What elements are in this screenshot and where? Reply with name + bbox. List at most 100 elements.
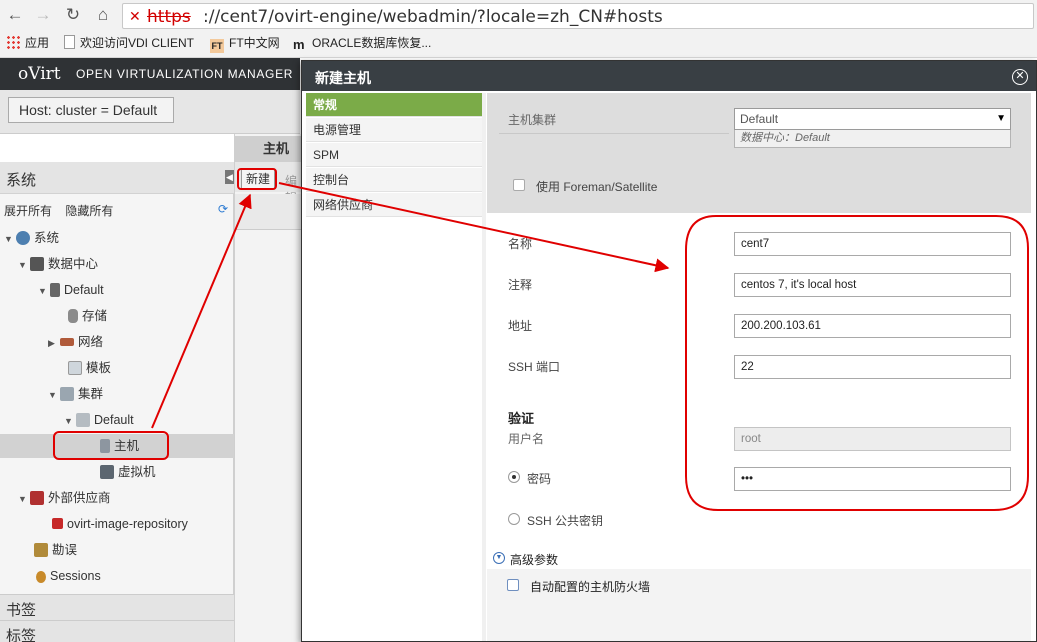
ovirt-logo: oVirt xyxy=(18,64,61,84)
expanded-icon: ▼ xyxy=(64,416,73,426)
firewall-checkbox[interactable] xyxy=(507,579,519,591)
tags-section[interactable]: 标签 xyxy=(0,620,234,642)
repository-icon xyxy=(52,518,63,529)
tree-node-image-repo[interactable]: ovirt-image-repository xyxy=(52,512,188,536)
bookmark-ft[interactable]: FT FT中文网 xyxy=(210,34,280,53)
advanced-toggle-row[interactable]: ▼ 高级参数 xyxy=(487,549,1031,569)
collapse-panel-icon[interactable]: ◀ xyxy=(225,170,234,184)
auth-heading: 验证 xyxy=(508,411,535,426)
browser-chrome: ← → ↻ ⌂ ✕ https ://cent7/ovirt-engine/we… xyxy=(0,0,1037,58)
apps-grid-icon xyxy=(6,35,20,49)
cluster-item-icon xyxy=(76,413,90,427)
ssh-key-label: SSH 公共密钥 xyxy=(527,514,604,528)
tree-node-errata[interactable]: 勘误 xyxy=(34,538,77,562)
user-icon xyxy=(36,571,46,583)
tree-node-cluster-default[interactable]: ▼ Default xyxy=(64,408,134,432)
dialog-header: 新建主机 ✕ xyxy=(302,61,1036,91)
app-header: oVirt OPEN VIRTUALIZATION MANAGER xyxy=(0,58,300,90)
back-icon[interactable]: ← xyxy=(4,4,26,26)
expand-all-link[interactable]: 展开所有 xyxy=(4,204,52,218)
tree-heading-label: 系统 xyxy=(6,172,37,189)
server-icon xyxy=(50,283,60,297)
expanded-icon: ▼ xyxy=(18,260,27,270)
collapsed-icon: ▶ xyxy=(48,338,55,348)
forward-icon[interactable]: → xyxy=(32,4,54,26)
dropdown-arrow-icon: ▼ xyxy=(996,113,1006,124)
username-label: 用户名 xyxy=(508,432,545,446)
firewall-label: 自动配置的主机防火墙 xyxy=(530,580,651,594)
ssh-port-input[interactable]: 22 xyxy=(734,355,1011,379)
tree-node-templates[interactable]: 模板 xyxy=(68,356,111,380)
dialog-tab-spm[interactable]: SPM xyxy=(306,143,482,167)
dialog-divider xyxy=(482,93,486,641)
chevron-down-icon: ▼ xyxy=(493,552,505,564)
vm-icon xyxy=(100,465,114,479)
comment-label: 注释 xyxy=(508,278,533,292)
bookmarks-section[interactable]: 书签 xyxy=(0,594,234,620)
dialog-tab-network-provider[interactable]: 网络供应商 xyxy=(306,193,482,217)
reload-icon[interactable]: ↻ xyxy=(62,4,84,26)
new-host-dialog: 新建主机 ✕ 常规 电源管理 SPM 控制台 网络供应商 主机集群 Defaul… xyxy=(301,60,1037,642)
hosts-grid-header xyxy=(235,194,305,230)
page-icon xyxy=(64,35,75,49)
tab-hosts[interactable]: 主机 xyxy=(235,136,305,162)
password-radio[interactable] xyxy=(508,471,520,483)
address-input[interactable]: 200.200.103.61 xyxy=(734,314,1011,338)
bookmark-oracle[interactable]: m ORACLE数据库恢复... xyxy=(293,34,431,52)
refresh-icon[interactable]: ⟳ xyxy=(218,202,228,216)
main-toolbar: 新建 编辑 xyxy=(235,162,305,205)
cluster-label: 主机集群 xyxy=(508,113,557,127)
tree-node-storage[interactable]: 存储 xyxy=(68,304,107,328)
advanced-label: 高级参数 xyxy=(510,553,559,567)
tree-node-sessions[interactable]: Sessions xyxy=(36,564,101,588)
host-icon xyxy=(100,439,110,453)
errata-icon xyxy=(34,543,48,557)
tree-node-dc-default[interactable]: ▼ Default xyxy=(38,278,104,302)
close-icon[interactable]: ✕ xyxy=(1012,69,1028,85)
expanded-icon: ▼ xyxy=(18,494,27,504)
new-host-button[interactable]: 新建 xyxy=(241,169,276,189)
bookmark-vdi-client[interactable]: 欢迎访问VDI CLIENT xyxy=(64,34,194,52)
home-icon[interactable]: ⌂ xyxy=(92,4,114,26)
network-icon xyxy=(60,338,74,346)
bookmarks-heading: 书签 xyxy=(6,602,37,619)
dialog-tab-power-management[interactable]: 电源管理 xyxy=(306,118,482,142)
oracle-icon: m xyxy=(293,37,305,52)
password-input[interactable]: ••• xyxy=(734,467,1011,491)
tree-node-datacenters[interactable]: ▼ 数据中心 xyxy=(18,252,98,276)
bookmarks-bar: 应用 欢迎访问VDI CLIENT FT FT中文网 m ORACLE数据库恢复..… xyxy=(0,32,1037,54)
address-label: 地址 xyxy=(508,319,533,333)
expanded-icon: ▼ xyxy=(4,234,13,244)
provider-icon xyxy=(30,491,44,505)
tree-node-hosts[interactable]: 主机 xyxy=(0,434,234,458)
dialog-nav: 常规 电源管理 SPM 控制台 网络供应商 xyxy=(306,93,482,641)
bookmark-apps[interactable]: 应用 xyxy=(6,34,49,52)
foreman-checkbox[interactable] xyxy=(513,179,525,191)
tree-node-network[interactable]: ▶ 网络 xyxy=(48,330,103,354)
ft-icon: FT xyxy=(210,39,224,53)
cluster-section: 主机集群 Default ▼ 数据中心：Default 使用 Foreman/S… xyxy=(487,93,1031,213)
cluster-divider xyxy=(499,133,729,134)
tree-node-vms[interactable]: 虚拟机 xyxy=(100,460,156,484)
ssh-key-radio[interactable] xyxy=(508,513,520,525)
dialog-tab-console[interactable]: 控制台 xyxy=(306,168,482,192)
comment-input[interactable]: centos 7, it's local host xyxy=(734,273,1011,297)
search-input[interactable]: Host: cluster = Default xyxy=(8,97,174,123)
dialog-title: 新建主机 xyxy=(315,70,371,86)
tree-heading: 系统 ◀ xyxy=(0,162,234,194)
dialog-tab-general[interactable]: 常规 xyxy=(306,93,482,117)
tree-node-providers[interactable]: ▼ 外部供应商 xyxy=(18,486,111,510)
name-input[interactable]: cent7 xyxy=(734,232,1011,256)
tree-node-system[interactable]: ▼ 系统 xyxy=(4,226,59,250)
expanded-icon: ▼ xyxy=(48,390,57,400)
url-path: ://cent7/ovirt-engine/webadmin/?locale=z… xyxy=(203,7,663,27)
collapse-all-link[interactable]: 隐藏所有 xyxy=(65,204,113,218)
username-input: root xyxy=(734,427,1011,451)
password-label: 密码 xyxy=(527,472,552,486)
main-content: 主机 新建 编辑 xyxy=(234,134,305,642)
cluster-select[interactable]: Default ▼ xyxy=(734,108,1011,130)
storage-icon xyxy=(68,309,78,323)
tree-node-clusters[interactable]: ▼ 集群 xyxy=(48,382,103,406)
address-bar[interactable]: ✕ https ://cent7/ovirt-engine/webadmin/?… xyxy=(122,3,1034,29)
insecure-lock-icon: ✕ xyxy=(129,8,141,24)
